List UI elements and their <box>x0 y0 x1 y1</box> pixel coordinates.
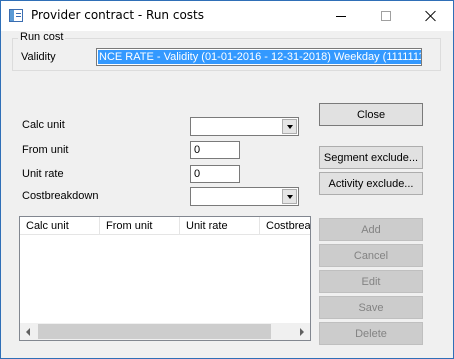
validity-field[interactable]: NCE RATE - Validity (01-01-2016 - 12-31-… <box>96 48 422 66</box>
calc-unit-label: Calc unit <box>22 119 65 131</box>
column-header-from-unit[interactable]: From unit <box>100 217 180 235</box>
cancel-button[interactable]: Cancel <box>319 244 423 267</box>
column-header-calc-unit[interactable]: Calc unit <box>20 217 100 235</box>
segment-exclude-button[interactable]: Segment exclude... <box>319 146 423 169</box>
edit-button[interactable]: Edit <box>319 270 423 293</box>
costbreakdown-combo[interactable] <box>190 187 299 206</box>
chevron-down-icon[interactable] <box>282 189 297 204</box>
list-body[interactable] <box>20 236 310 324</box>
delete-button[interactable]: Delete <box>319 322 423 345</box>
minimize-button[interactable] <box>318 1 363 31</box>
close-icon <box>425 10 437 22</box>
column-header-unit-rate[interactable]: Unit rate <box>180 217 260 235</box>
unit-rate-input[interactable]: 0 <box>190 165 240 183</box>
scroll-left-icon[interactable] <box>20 323 37 340</box>
maximize-icon <box>380 11 391 21</box>
validity-label: Validity <box>21 51 56 63</box>
minimize-icon <box>335 15 346 17</box>
chevron-down-icon[interactable] <box>282 119 297 134</box>
save-button[interactable]: Save <box>319 296 423 319</box>
from-unit-label: From unit <box>22 144 69 156</box>
window-title: Provider contract - Run costs <box>31 8 204 22</box>
activity-exclude-button[interactable]: Activity exclude... <box>319 172 423 195</box>
close-button[interactable]: Close <box>319 103 423 126</box>
title-bar[interactable]: Provider contract - Run costs <box>1 1 453 31</box>
column-header-costbreakdown[interactable]: Costbrea <box>260 217 310 235</box>
from-unit-input[interactable]: 0 <box>190 141 240 159</box>
list-header: Calc unit From unit Unit rate Costbrea <box>20 217 310 235</box>
calc-unit-combo[interactable] <box>190 117 299 136</box>
close-window-button[interactable] <box>408 1 453 31</box>
unit-rate-label: Unit rate <box>22 168 64 180</box>
scroll-right-icon[interactable] <box>293 323 310 340</box>
validity-value: NCE RATE - Validity (01-01-2016 - 12-31-… <box>98 50 421 64</box>
app-icon <box>9 9 23 22</box>
run-cost-list[interactable]: Calc unit From unit Unit rate Costbrea <box>19 216 311 341</box>
add-button[interactable]: Add <box>319 218 423 241</box>
run-cost-group-title: Run cost <box>18 31 66 43</box>
costbreakdown-label: Costbreakdown <box>22 190 99 202</box>
maximize-button[interactable] <box>363 1 408 31</box>
scrollbar-thumb[interactable] <box>38 324 271 339</box>
horizontal-scrollbar[interactable] <box>20 323 310 340</box>
